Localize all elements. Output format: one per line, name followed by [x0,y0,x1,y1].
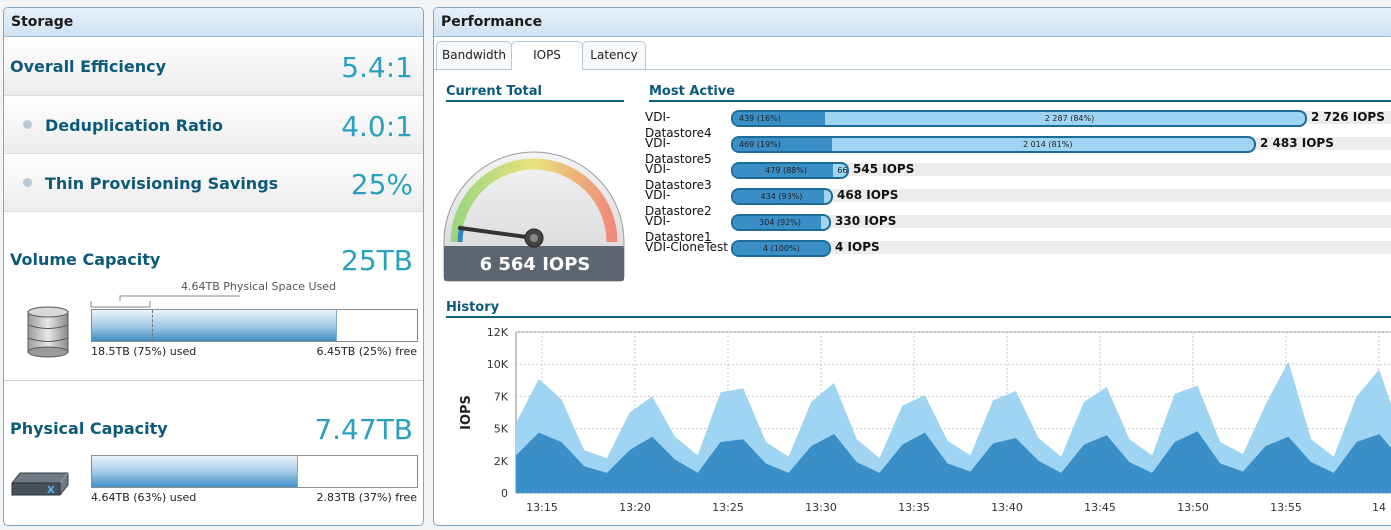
x-tick-label: 13:55 [1270,501,1302,514]
database-icon [27,306,69,358]
iops-total: 4 IOPS [835,240,880,254]
physical-used-bracket [90,295,240,308]
x-tick-label: 13:15 [526,501,558,514]
segment1-label: 4 (100%) [763,244,800,253]
dedup-row: Deduplication Ratio 4.0:1 [4,96,423,154]
segment2-label: 2 014 (81%) [1022,140,1073,149]
x-tick-label: 13:35 [898,501,930,514]
physical-capacity-section: Physical Capacity 7.47TB X 4.64TB (63%) … [4,381,423,525]
physical-free-text: 2.83TB (37%) free [316,491,417,504]
thin-label: Thin Provisioning Savings [45,174,279,193]
most-active-row: VDI-Datastore1 304 (92%) 330 IOPS [434,213,1391,244]
thin-row: Thin Provisioning Savings 25% [4,154,423,212]
x-tick-label: 13:50 [1177,501,1209,514]
segment1-label: 439 (16%) [739,114,781,123]
dedup-label: Deduplication Ratio [45,116,224,135]
iops-total: 2 483 IOPS [1260,136,1334,150]
y-tick-label: 0 [501,487,508,500]
y-tick-label: 7K [494,390,509,403]
datastore-name: VDI-CloneTest [645,240,728,254]
physical-used-text: 4.64TB (63%) used [91,491,197,504]
volume-capacity-section: Volume Capacity 25TB 4.64TB Physical Spa… [4,212,423,381]
most-active-row: VDI-Datastore3479 (88%)66 (12%)545 IOPS [434,161,1391,192]
volume-free-text: 6.45TB (25%) free [316,345,417,358]
volume-used-text: 18.5TB (75%) used [91,345,197,358]
y-tick-label: 12K [487,326,509,339]
segment1-label: 434 (93%) [760,192,803,201]
most-active-row: VDI-Datastore4 439 (16%) 2 287 (84%) 2 726 … [434,109,1391,140]
most-active-row: VDI-Datastore5 469 (19%) 2 014 (81%) 2 483 … [434,135,1391,166]
iops-bar: 4 (100%) [731,240,831,257]
iops-total: 468 IOPS [837,188,899,202]
segment2-label: 66 (12%) [837,166,848,175]
current-total-value: 6 564 IOPS [479,254,591,275]
iops-bar: 469 (19%) 2 014 (81%) [731,136,1256,153]
x-tick-label: 13:25 [712,501,744,514]
dedup-value: 4.0:1 [341,110,413,143]
segment1-label: 304 (92%) [759,218,801,227]
volume-capacity-label: Volume Capacity [10,250,161,269]
segment1-label: 479 (88%) [765,166,807,175]
physical-capacity-value: 7.47TB [314,413,413,446]
history-title: History [446,300,1391,318]
volume-used-fill [92,310,337,341]
physical-capacity-bar [91,455,418,488]
most-active-title: Most Active [649,84,1391,102]
x-tick-label: 13:20 [619,501,651,514]
physical-used-fill [92,456,298,487]
performance-panel: Performance Bandwidth IOPS Latency Curre… [433,7,1391,526]
segment1-label: 469 (19%) [739,140,781,149]
y-axis-label: IOPS [459,395,474,430]
x-tick-label: 13:40 [991,501,1023,514]
tab-bandwidth[interactable]: Bandwidth [436,41,512,69]
overall-efficiency-row: Overall Efficiency 5.4:1 [4,37,423,96]
x-tick-label: 13:45 [1084,501,1116,514]
iops-bar: 434 (93%) [731,188,833,205]
volume-capacity-value: 25TB [341,244,413,277]
bullet-icon [23,178,32,187]
physical-used-marker [152,310,154,341]
server-icon: X [11,472,69,496]
y-tick-label: 5K [494,423,509,436]
svg-text:X: X [47,485,55,496]
tab-iops[interactable]: IOPS [511,41,583,70]
current-total-title: Current Total [446,84,624,102]
iops-total: 545 IOPS [853,162,915,176]
x-tick-label: 13:30 [805,501,837,514]
overall-efficiency-value: 5.4:1 [341,51,413,84]
iops-bar: 439 (16%) 2 287 (84%) [731,110,1307,127]
performance-title: Performance [434,8,1391,37]
storage-title: Storage [4,8,423,37]
iops-total: 2 726 IOPS [1311,110,1385,124]
most-active-row: VDI-CloneTest 4 (100%) 4 IOPS [434,239,1391,257]
history-chart: 0 2K 5K 7K 10K 12K 13:15 13:20 13:25 13:30 13:35 13… [459,326,1391,514]
iops-bar: 479 (88%) 66 (12%) [731,162,849,179]
volume-capacity-bar [91,309,418,342]
thin-value: 25% [350,168,413,201]
storage-panel: Storage Overall Efficiency 5.4:1 Dedupli… [3,7,424,526]
most-active-row: VDI-Datastore2 434 (93%) 468 IOPS [434,187,1391,218]
y-tick-label: 2K [494,455,509,468]
performance-tabs: Bandwidth IOPS Latency [434,37,1391,70]
x-tick-label: 14 [1372,501,1386,514]
iops-total: 330 IOPS [835,214,897,228]
iops-bar: 304 (92%) [731,214,831,231]
overall-efficiency-label: Overall Efficiency [10,57,167,76]
segment2-label: 2 287 (84%) [1044,114,1095,123]
physical-capacity-label: Physical Capacity [10,419,168,438]
y-tick-label: 10K [487,358,509,371]
physical-used-note: 4.64TB Physical Space Used [181,280,337,293]
bullet-icon [23,120,32,129]
tab-latency[interactable]: Latency [582,41,646,69]
